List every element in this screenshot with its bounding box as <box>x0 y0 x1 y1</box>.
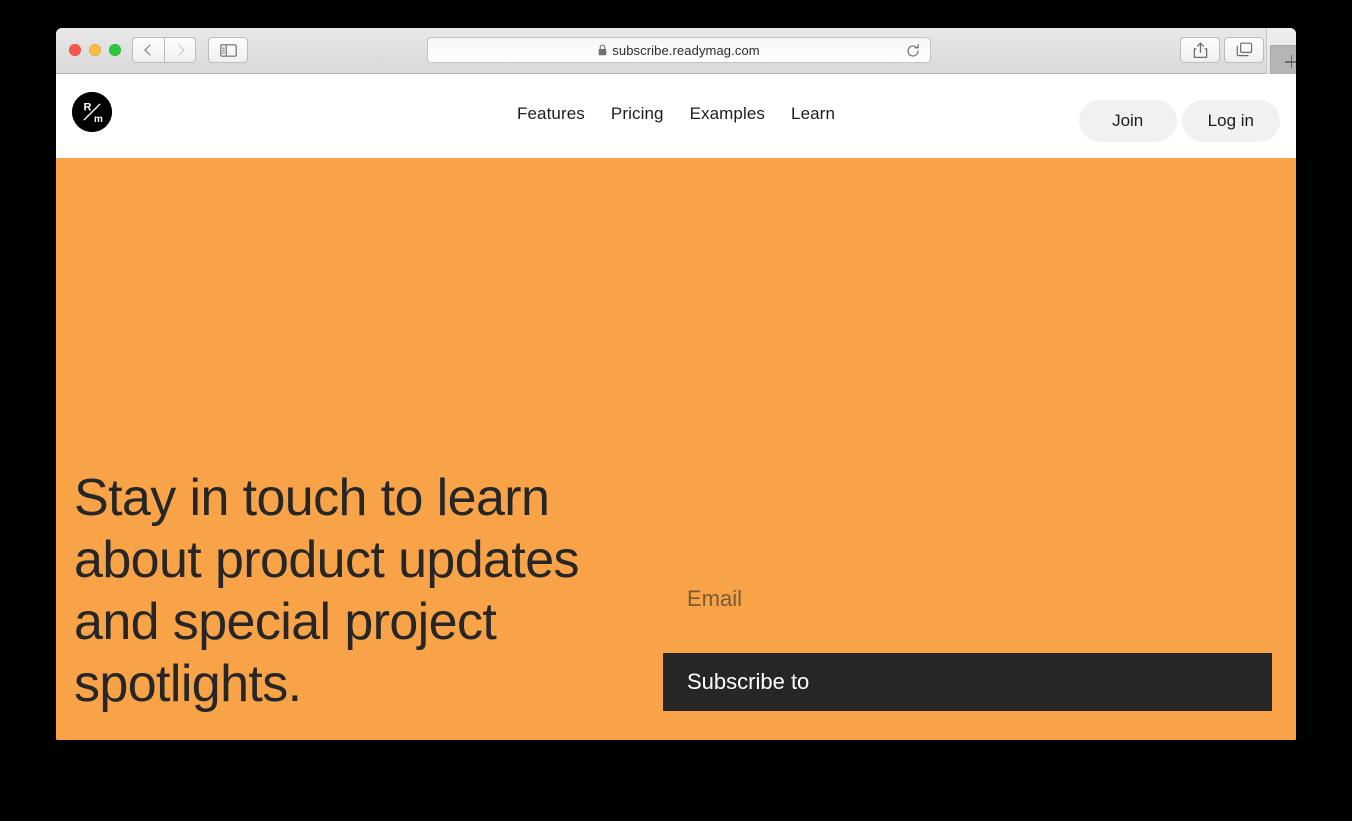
email-field[interactable] <box>663 570 1272 628</box>
plus-icon <box>1285 55 1297 68</box>
nav-item-examples[interactable]: Examples <box>690 104 765 124</box>
address-bar[interactable]: subscribe.readymag.com <box>427 37 931 63</box>
lock-icon <box>598 44 607 56</box>
back-button[interactable] <box>132 37 164 63</box>
browser-toolbar: subscribe.readymag.com <box>56 28 1296 74</box>
subscribe-form: Subscribe to <box>663 570 1272 711</box>
hero-section: Stay in touch to learn about product upd… <box>56 158 1296 740</box>
web-page: R m Features Pricing Examples Learn Join… <box>56 74 1296 740</box>
reload-button[interactable] <box>905 43 921 59</box>
maximize-window-button[interactable] <box>109 44 121 56</box>
page-title: Stay in touch to learn about product upd… <box>74 467 634 715</box>
close-window-button[interactable] <box>69 44 81 56</box>
forward-button[interactable] <box>164 37 196 63</box>
tabs-overview-icon <box>1236 42 1253 58</box>
nav-item-learn[interactable]: Learn <box>791 104 835 124</box>
auth-buttons: Join Log in <box>1079 100 1280 142</box>
chevron-left-icon <box>144 44 155 55</box>
window-controls <box>69 44 121 56</box>
sidebar-toggle-icon <box>220 44 237 57</box>
login-button[interactable]: Log in <box>1182 100 1280 142</box>
chevron-right-icon <box>173 44 184 55</box>
nav-item-features[interactable]: Features <box>517 104 585 124</box>
sidebar-toggle-button[interactable] <box>208 37 248 63</box>
share-button[interactable] <box>1180 37 1220 63</box>
join-button[interactable]: Join <box>1079 100 1177 142</box>
subscribe-button[interactable]: Subscribe to <box>663 653 1272 711</box>
tabs-overview-button[interactable] <box>1224 37 1264 63</box>
share-icon <box>1193 42 1208 59</box>
url-display: subscribe.readymag.com <box>598 43 759 58</box>
site-header: R m Features Pricing Examples Learn Join… <box>56 74 1296 158</box>
browser-window: subscribe.readymag.com <box>56 28 1296 740</box>
nav-item-pricing[interactable]: Pricing <box>611 104 664 124</box>
url-text: subscribe.readymag.com <box>612 43 759 58</box>
new-tab-region <box>1266 28 1296 74</box>
minimize-window-button[interactable] <box>89 44 101 56</box>
